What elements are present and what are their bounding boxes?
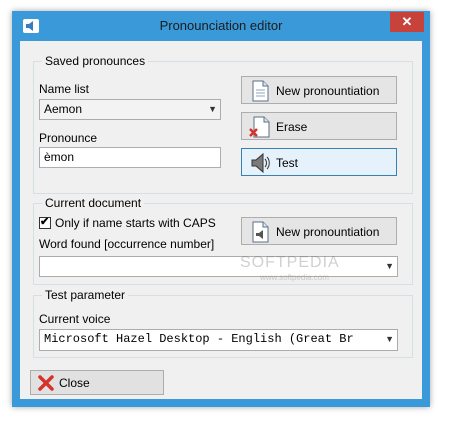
document-icon [252, 80, 269, 102]
close-button[interactable]: Close [30, 370, 164, 395]
pronounce-value: èmon [44, 150, 75, 164]
pronounce-input[interactable]: èmon [39, 147, 221, 168]
test-button[interactable]: Test [241, 148, 397, 176]
speaker-icon [251, 152, 270, 174]
window-close-button[interactable]: ✕ [390, 12, 424, 32]
chevron-down-icon[interactable]: ▼ [208, 100, 217, 118]
name-list-label: Name list [39, 82, 90, 96]
title-bar[interactable]: Pronounciation editor ✕ [12, 11, 430, 41]
test-parameter-legend: Test parameter [42, 288, 129, 302]
client-area: Saved pronounces Name list Aemon ▼ Prono… [20, 41, 422, 399]
red-x-icon [38, 375, 54, 391]
current-voice-select[interactable]: Microsoft Hazel Desktop - English (Great… [39, 329, 398, 351]
chevron-down-icon[interactable]: ▼ [385, 257, 394, 275]
erase-label: Erase [276, 120, 308, 134]
current-document-legend: Current document [42, 196, 145, 210]
new-pronountiation-button[interactable]: New pronountiation [241, 76, 397, 104]
test-label: Test [276, 156, 299, 170]
word-found-select[interactable]: ▼ [39, 256, 398, 277]
new-pronountiation-label: New pronountiation [276, 84, 380, 98]
close-label: Close [59, 376, 90, 390]
checkmark-icon: ✔ [40, 216, 50, 228]
softpedia-watermark: SOFTPEDIA [240, 254, 340, 271]
pronounciation-editor-window: Pronounciation editor ✕ Saved pronounces… [12, 11, 430, 407]
erase-button[interactable]: Erase [241, 112, 397, 140]
name-list-value: Aemon [44, 102, 83, 116]
pronounce-label: Pronounce [39, 131, 98, 145]
document-new-pronountiation-button[interactable]: New pronountiation [241, 217, 397, 245]
document-delete-icon [249, 116, 270, 138]
softpedia-url-watermark: www.softpedia.com [260, 273, 329, 282]
current-voice-value: Microsoft Hazel Desktop - English (Great… [44, 332, 354, 346]
chevron-down-icon[interactable]: ▼ [385, 330, 394, 348]
document-new-pronountiation-label: New pronountiation [276, 225, 380, 239]
window-title: Pronounciation editor [159, 18, 283, 33]
word-found-label: Word found [occurrence number] [39, 237, 215, 251]
document-speaker-icon [252, 221, 269, 243]
caps-only-checkbox[interactable]: ✔ [39, 216, 51, 229]
saved-pronounces-legend: Saved pronounces [42, 54, 149, 68]
name-list-select[interactable]: Aemon ▼ [39, 99, 221, 120]
caps-only-label[interactable]: Only if name starts with CAPS [55, 216, 216, 230]
current-voice-label: Current voice [39, 312, 111, 326]
